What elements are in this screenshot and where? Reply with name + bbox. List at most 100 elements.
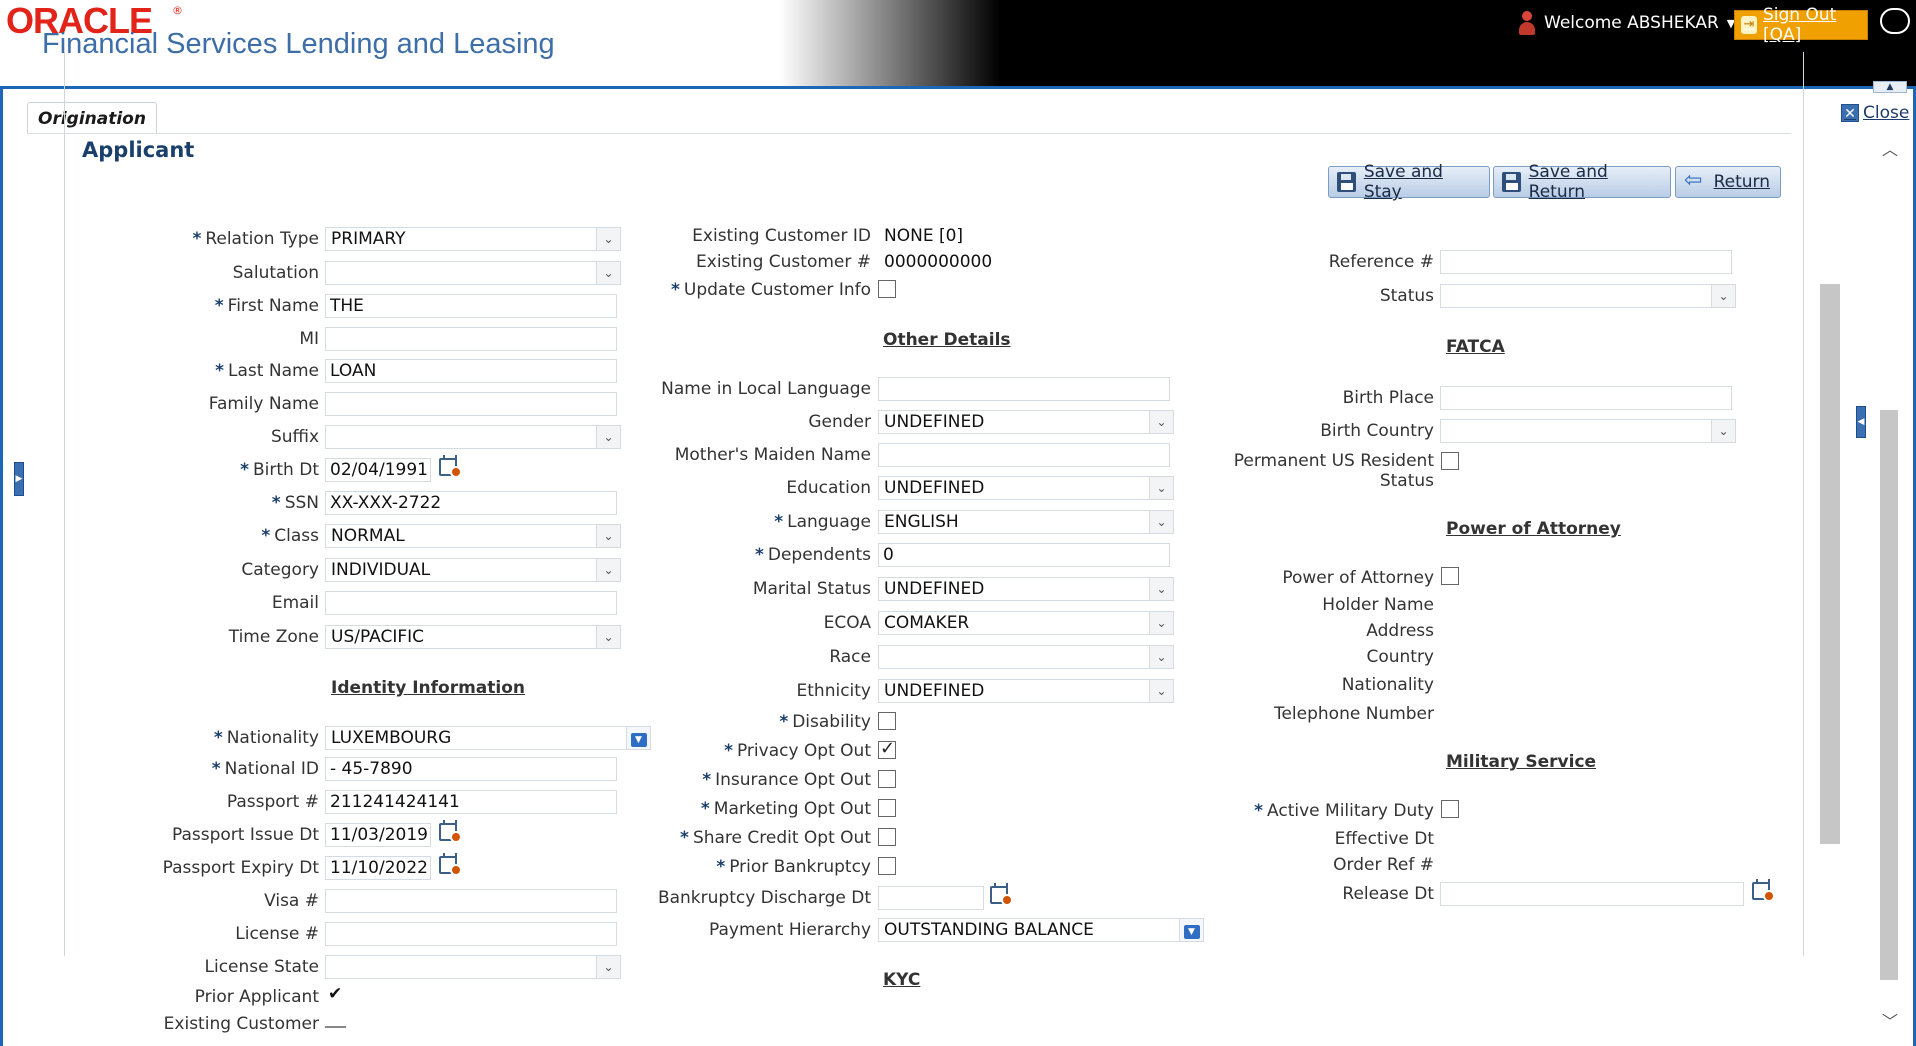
return-button[interactable]: ⇦ Return xyxy=(1675,166,1781,198)
page-title: Applicant xyxy=(82,138,195,162)
share-credit-opt-out-checkbox[interactable] xyxy=(878,828,896,846)
marketing-opt-out-checkbox[interactable] xyxy=(878,799,896,817)
bankruptcy-discharge-dt-input[interactable] xyxy=(878,886,984,910)
user-menu[interactable]: Welcome ABSHEKAR ▼ xyxy=(1518,10,1735,36)
last-name-input[interactable]: LOAN xyxy=(325,359,617,383)
calendar-icon[interactable] xyxy=(439,853,463,876)
marital-status-select[interactable]: UNDEFINED ⌄ xyxy=(878,577,1174,601)
email-input[interactable] xyxy=(325,591,617,615)
inner-scrollbar[interactable] xyxy=(1820,284,1840,844)
nationality-select[interactable]: LUXEMBOURG ▼ xyxy=(325,726,651,750)
passport-expiry-dt-input[interactable]: 11/10/2022 xyxy=(325,856,431,880)
fatca-heading: FATCA xyxy=(1446,337,1505,357)
order-ref-label: Order Ref # xyxy=(1333,855,1434,875)
ethnicity-select[interactable]: UNDEFINED ⌄ xyxy=(878,679,1174,703)
payment-hierarchy-label: Payment Hierarchy xyxy=(709,920,871,940)
passport-issue-dt-label: Passport Issue Dt xyxy=(172,825,319,845)
passport-input[interactable]: 211241424141 xyxy=(325,790,617,814)
passport-issue-dt-input[interactable]: 11/03/2019 xyxy=(325,823,431,847)
suffix-label: Suffix xyxy=(270,427,319,447)
update-customer-info-checkbox[interactable] xyxy=(878,280,896,298)
language-select[interactable]: ENGLISH ⌄ xyxy=(878,510,1174,534)
active-military-duty-checkbox[interactable] xyxy=(1441,800,1459,818)
race-select[interactable]: ⌄ xyxy=(878,645,1174,669)
welcome-text: Welcome ABSHEKAR xyxy=(1544,13,1719,33)
mothers-maiden-name-label: Mother's Maiden Name xyxy=(674,445,871,465)
visa-label: Visa # xyxy=(264,891,319,911)
first-name-input[interactable]: THE xyxy=(325,294,617,318)
national-id-input[interactable]: - 45-7890 xyxy=(325,757,617,781)
gender-select[interactable]: UNDEFINED ⌄ xyxy=(878,410,1174,434)
sign-out-button[interactable]: ⇥ Sign Out [QA] xyxy=(1734,5,1868,45)
existing-customer-label: Existing Customer xyxy=(163,1014,319,1034)
name-local-language-input[interactable] xyxy=(878,377,1170,401)
salutation-select[interactable]: ⌄ xyxy=(325,261,621,285)
expand-right-icon[interactable]: ◀ xyxy=(1856,406,1866,438)
birth-place-input[interactable] xyxy=(1440,386,1732,410)
birth-country-select[interactable]: ⌄ xyxy=(1440,419,1736,443)
scroll-up-icon[interactable]: ︿ xyxy=(1882,136,1898,160)
collapse-header-icon[interactable]: ▲ xyxy=(1873,81,1907,93)
toggle-icon[interactable] xyxy=(1880,8,1910,34)
license-input[interactable] xyxy=(325,922,617,946)
identity-information-heading: Identity Information xyxy=(331,678,526,698)
family-name-input[interactable] xyxy=(325,392,617,416)
birth-dt-label: * Birth Dt xyxy=(240,460,319,480)
mi-input[interactable] xyxy=(325,327,617,351)
disability-checkbox[interactable] xyxy=(878,712,896,730)
poa-nationality-label: Nationality xyxy=(1341,675,1434,695)
permanent-us-resident-label: Permanent US Resident Status xyxy=(1233,451,1434,491)
holder-name-label: Holder Name xyxy=(1322,595,1434,615)
mi-label: MI xyxy=(299,329,319,349)
ethnicity-label: Ethnicity xyxy=(796,681,871,701)
education-label: Education xyxy=(786,478,871,498)
marital-status-label: Marital Status xyxy=(752,579,871,599)
address-label: Address xyxy=(1366,621,1434,641)
education-select[interactable]: UNDEFINED ⌄ xyxy=(878,476,1174,500)
release-dt-input[interactable] xyxy=(1440,882,1744,906)
insurance-opt-out-checkbox[interactable] xyxy=(878,770,896,788)
expand-left-icon[interactable]: ▶ xyxy=(14,462,24,496)
visa-input[interactable] xyxy=(325,889,617,913)
prior-bankruptcy-checkbox[interactable] xyxy=(878,857,896,875)
scroll-down-icon[interactable]: ﹀ xyxy=(1882,1008,1898,1032)
privacy-opt-out-checkbox[interactable] xyxy=(878,738,896,759)
family-name-label: Family Name xyxy=(208,394,319,414)
release-dt-label: Release Dt xyxy=(1342,884,1434,904)
other-details-heading: Other Details xyxy=(883,330,1011,350)
birth-dt-input[interactable]: 02/04/1991 xyxy=(325,458,431,482)
ssn-input[interactable]: XX-XXX-2722 xyxy=(325,491,617,515)
calendar-icon[interactable] xyxy=(439,455,463,478)
existing-customer-number-label: Existing Customer # xyxy=(696,252,871,272)
ecoa-select[interactable]: COMAKER ⌄ xyxy=(878,611,1174,635)
dependents-input[interactable]: 0 xyxy=(878,543,1170,567)
email-label: Email xyxy=(271,593,319,613)
payment-hierarchy-select[interactable]: OUTSTANDING BALANCE ▼ xyxy=(878,918,1204,942)
prior-applicant-label: Prior Applicant xyxy=(194,987,319,1007)
calendar-icon[interactable] xyxy=(439,820,463,843)
existing-customer-value: ___ xyxy=(325,1012,346,1028)
calendar-icon[interactable] xyxy=(1752,879,1776,902)
page-scrollbar[interactable]: ︿ ﹀ xyxy=(1876,132,1902,1038)
passport-expiry-dt-label: Passport Expiry Dt xyxy=(162,858,319,878)
mothers-maiden-name-input[interactable] xyxy=(878,443,1170,467)
time-zone-select[interactable]: US/PACIFIC ⌄ xyxy=(325,625,621,649)
category-select[interactable]: INDIVIDUAL ⌄ xyxy=(325,558,621,582)
save-and-stay-button[interactable]: Save and Stay xyxy=(1328,162,1490,202)
status-select[interactable]: ⌄ xyxy=(1440,284,1736,308)
save-and-return-button[interactable]: Save and Return xyxy=(1493,162,1671,202)
permanent-us-resident-checkbox[interactable] xyxy=(1441,452,1459,470)
calendar-icon[interactable] xyxy=(990,883,1014,906)
status-label: Status xyxy=(1379,286,1434,306)
reference-input[interactable] xyxy=(1440,250,1732,274)
class-select[interactable]: NORMAL ⌄ xyxy=(325,524,621,548)
marketing-opt-out-label: * Marketing Opt Out xyxy=(700,799,871,819)
scroll-thumb[interactable] xyxy=(1880,410,1898,980)
suffix-select[interactable]: ⌄ xyxy=(325,425,621,449)
nationality-label: * Nationality xyxy=(213,728,319,748)
relation-type-select[interactable]: PRIMARY ⌄ xyxy=(325,227,621,251)
close-button[interactable]: ✕ Close xyxy=(1841,103,1909,123)
passport-label: Passport # xyxy=(226,792,319,812)
license-state-select[interactable]: ⌄ xyxy=(325,955,621,979)
power-of-attorney-checkbox[interactable] xyxy=(1441,567,1459,585)
